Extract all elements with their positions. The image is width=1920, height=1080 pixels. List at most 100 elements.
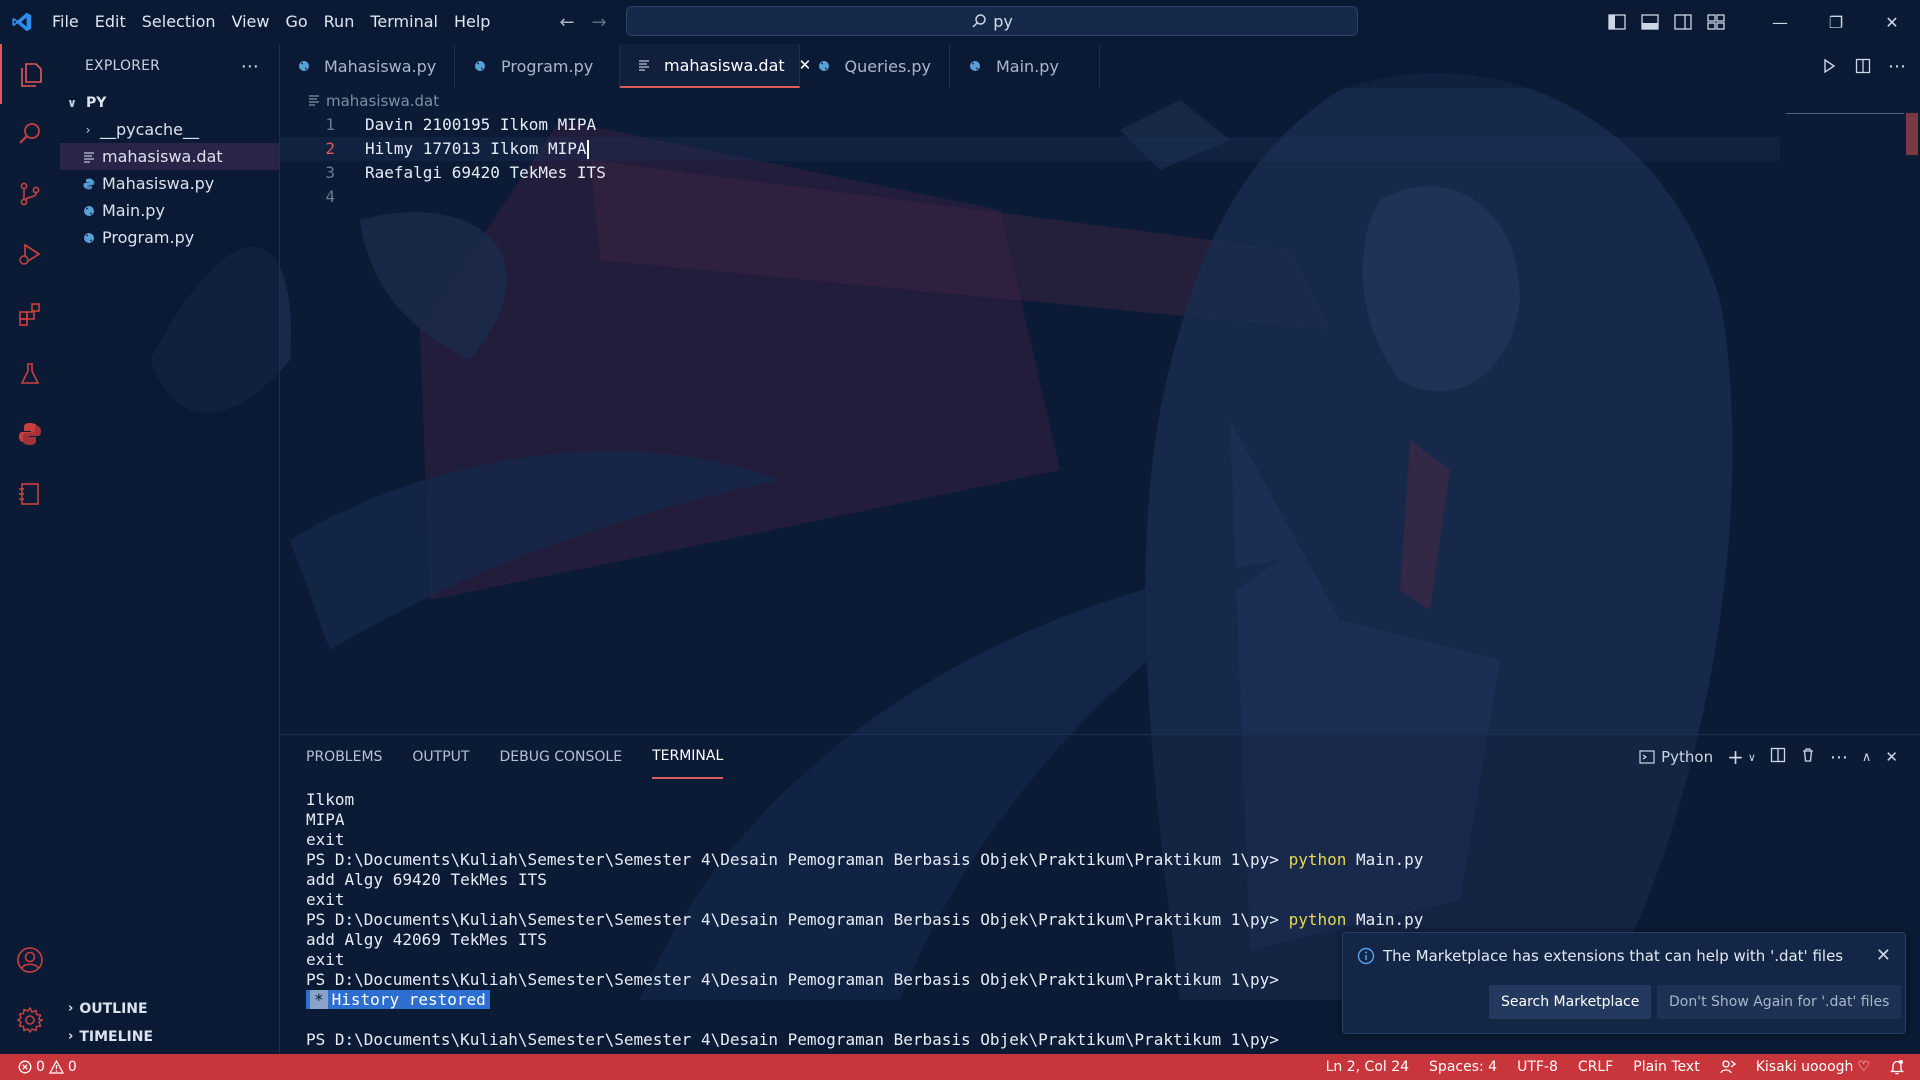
testing-flask-icon[interactable] [0, 344, 60, 404]
tree-item-main-py[interactable]: Main.py [60, 197, 279, 224]
terminal-icon [1639, 750, 1655, 764]
line-text: Hilmy 177013 Ilkom MIPA [365, 139, 587, 158]
restore-icon[interactable]: ❐ [1808, 0, 1864, 44]
tab-mahasiswa-dat[interactable]: mahasiswa.dat ✕ [620, 44, 811, 88]
terminal-command: python [1288, 910, 1347, 929]
editor-scrollbar[interactable] [1906, 113, 1918, 668]
run-and-debug-icon[interactable] [0, 224, 60, 284]
folder-row-py[interactable]: ∨ PY [60, 89, 279, 116]
menu-selection[interactable]: Selection [134, 0, 224, 44]
toggle-secondary-sidebar-icon[interactable] [1666, 0, 1699, 44]
language-mode[interactable]: Plain Text [1633, 1059, 1699, 1075]
explorer-sidebar: EXPLORER ⋯ ∨ PY › __pycache__ mahasiswa.… [60, 44, 280, 1054]
notification-message: The Marketplace has extensions that can … [1383, 947, 1844, 965]
terminal-output-line: add Algy 42069 TekMes ITS [306, 930, 547, 949]
chevron-down-icon[interactable]: ∨ [1748, 751, 1756, 764]
tab-terminal[interactable]: TERMINAL [652, 735, 724, 779]
vscode-logo-icon[interactable] [0, 0, 44, 44]
breadcrumb-file[interactable]: mahasiswa.dat [326, 92, 439, 110]
trash-icon[interactable] [1800, 747, 1816, 767]
tab-mahasiswa-py[interactable]: Mahasiswa.py [280, 44, 455, 88]
notifications-bell-icon[interactable] [1890, 1059, 1904, 1075]
tab-debug-console[interactable]: DEBUG CONSOLE [499, 735, 622, 779]
chevron-down-icon: ∨ [67, 95, 77, 110]
code-editor[interactable]: 1 Davin 2100195 Ilkom MIPA 2 Hilmy 17701… [280, 113, 1900, 593]
end-of-line[interactable]: CRLF [1578, 1059, 1613, 1075]
code-line: 3 Raefalgi 69420 TekMes ITS [280, 161, 1780, 185]
toggle-panel-icon[interactable] [1633, 0, 1666, 44]
terminal-profile-name: Python [1661, 748, 1714, 766]
customize-layout-icon[interactable] [1699, 0, 1732, 44]
python-icon[interactable] [0, 404, 60, 464]
split-editor-icon[interactable] [1850, 53, 1876, 79]
terminal-command: python [1288, 850, 1347, 869]
tab-program-py[interactable]: Program.py [455, 44, 620, 88]
source-control-icon[interactable] [0, 164, 60, 224]
menu-help[interactable]: Help [446, 0, 498, 44]
settings-gear-icon[interactable] [0, 990, 60, 1050]
terminal-prompt: PS D:\Documents\Kuliah\Semester\Semester… [306, 850, 1279, 869]
scrollbar-thumb[interactable] [1906, 113, 1918, 155]
tree-item-program-py[interactable]: Program.py [60, 224, 279, 251]
terminal-prompt: PS D:\Documents\Kuliah\Semester\Semester… [306, 910, 1279, 929]
dont-show-again-button[interactable]: Don't Show Again for '.dat' files [1657, 985, 1902, 1019]
tree-item-pycache[interactable]: › __pycache__ [60, 116, 279, 143]
run-file-icon[interactable] [1816, 53, 1842, 79]
menu-file[interactable]: File [44, 0, 87, 44]
explorer-icon[interactable] [0, 44, 60, 104]
menu-go[interactable]: Go [277, 0, 315, 44]
menu-terminal[interactable]: Terminal [362, 0, 446, 44]
tree-item-mahasiswa-py[interactable]: Mahasiswa.py [60, 170, 279, 197]
tab-output[interactable]: OUTPUT [412, 735, 469, 779]
line-number: 1 [325, 115, 335, 134]
timeline-section[interactable]: › TIMELINE [60, 1023, 279, 1050]
tab-main-py[interactable]: Main.py [950, 44, 1100, 88]
minimap[interactable] [1786, 113, 1904, 121]
command-center-search[interactable]: py [626, 6, 1358, 36]
outline-label: OUTLINE [79, 1000, 148, 1017]
search-icon [972, 14, 986, 28]
menu-edit[interactable]: Edit [87, 0, 134, 44]
search-icon[interactable] [0, 104, 60, 164]
more-actions-icon[interactable]: ⋯ [241, 56, 259, 77]
minimize-icon[interactable]: — [1752, 0, 1808, 44]
tree-item-label: Main.py [102, 201, 165, 220]
more-actions-icon[interactable]: ⋯ [1884, 53, 1910, 79]
plain-text-file-icon [82, 150, 96, 164]
outline-section[interactable]: › OUTLINE [60, 995, 279, 1022]
encoding[interactable]: UTF-8 [1517, 1059, 1558, 1075]
menu-view[interactable]: View [224, 0, 278, 44]
terminal-prompt-line[interactable]: PS D:\Documents\Kuliah\Semester\Semester… [306, 1030, 1279, 1050]
tab-problems[interactable]: PROBLEMS [306, 735, 382, 779]
extensions-icon[interactable] [0, 284, 60, 344]
new-terminal-icon[interactable]: + [1727, 745, 1744, 769]
tree-item-mahasiswa-dat[interactable]: mahasiswa.dat [60, 143, 279, 170]
cursor-position[interactable]: Ln 2, Col 24 [1326, 1059, 1409, 1075]
chevron-right-icon: › [68, 1001, 74, 1016]
indentation[interactable]: Spaces: 4 [1429, 1059, 1497, 1075]
close-notification-icon[interactable]: ✕ [1876, 945, 1891, 966]
close-window-icon[interactable]: ✕ [1864, 0, 1920, 44]
close-panel-icon[interactable]: ✕ [1885, 748, 1898, 766]
accounts-icon[interactable] [0, 930, 60, 990]
more-actions-icon[interactable]: ⋯ [1830, 747, 1848, 768]
user-status[interactable]: Kisaki uooogh ♡ [1756, 1059, 1870, 1075]
split-terminal-icon[interactable] [1770, 747, 1786, 767]
tab-label: Main.py [996, 56, 1059, 76]
terminal-profile[interactable]: Python [1639, 748, 1713, 766]
toggle-primary-sidebar-icon[interactable] [1600, 0, 1633, 44]
search-marketplace-button[interactable]: Search Marketplace [1489, 985, 1652, 1019]
terminal-prompt: PS D:\Documents\Kuliah\Semester\Semester… [306, 1030, 1279, 1049]
maximize-panel-icon[interactable]: ∧ [1862, 750, 1872, 765]
menu-run[interactable]: Run [316, 0, 363, 44]
chevron-right-icon: › [85, 122, 91, 137]
back-arrow-icon[interactable]: ← [552, 7, 582, 37]
warning-count: 0 [67, 1059, 77, 1075]
problems-status[interactable]: 0 0 [18, 1054, 77, 1080]
line-number: 4 [325, 187, 335, 206]
live-share-icon[interactable] [1720, 1059, 1736, 1075]
notebook-icon[interactable] [0, 464, 60, 524]
tab-queries-py[interactable]: Queries.py [800, 44, 950, 88]
forward-arrow-icon[interactable]: → [584, 7, 614, 37]
error-count: 0 [36, 1059, 45, 1075]
